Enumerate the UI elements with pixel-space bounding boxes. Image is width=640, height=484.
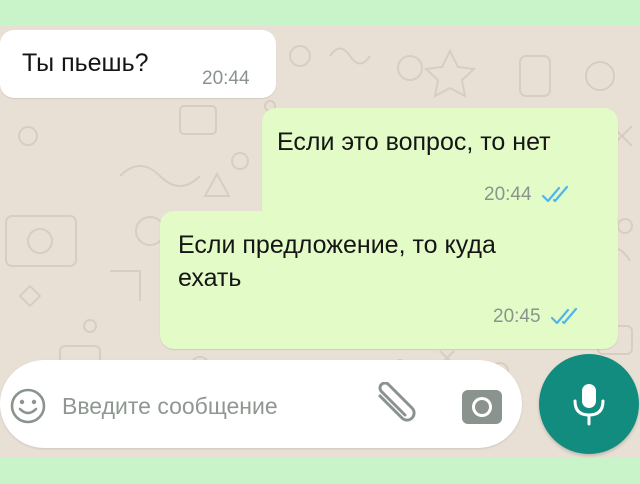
message-meta: 20:44 [484,184,572,206]
message-outgoing[interactable]: Если предложение, то куда ехать 20:45 [160,211,618,349]
message-time: 20:44 [484,184,532,205]
message-input[interactable] [62,390,362,422]
message-meta: 20:45 [493,306,581,328]
message-line: ехать [178,264,242,292]
message-time: 20:45 [493,306,541,327]
paperclip-icon[interactable] [372,382,422,428]
camera-icon[interactable] [460,386,504,426]
message-meta: 20:44 [202,68,250,90]
smiley-face-icon[interactable] [8,386,48,426]
message-text: Если это вопрос, то нет [277,128,551,156]
message-composer [0,360,522,448]
microphone-icon [573,384,605,426]
message-line: Если предложение, то куда [178,231,496,259]
double-check-icon [550,307,577,325]
double-check-icon [541,185,568,203]
message-time: 20:44 [202,68,250,89]
message-incoming[interactable]: Ты пьешь? 20:44 [0,30,276,98]
message-text: Если предложение, то куда ехать [178,229,496,295]
voice-record-button[interactable] [539,354,639,454]
message-text: Ты пьешь? [22,49,149,77]
